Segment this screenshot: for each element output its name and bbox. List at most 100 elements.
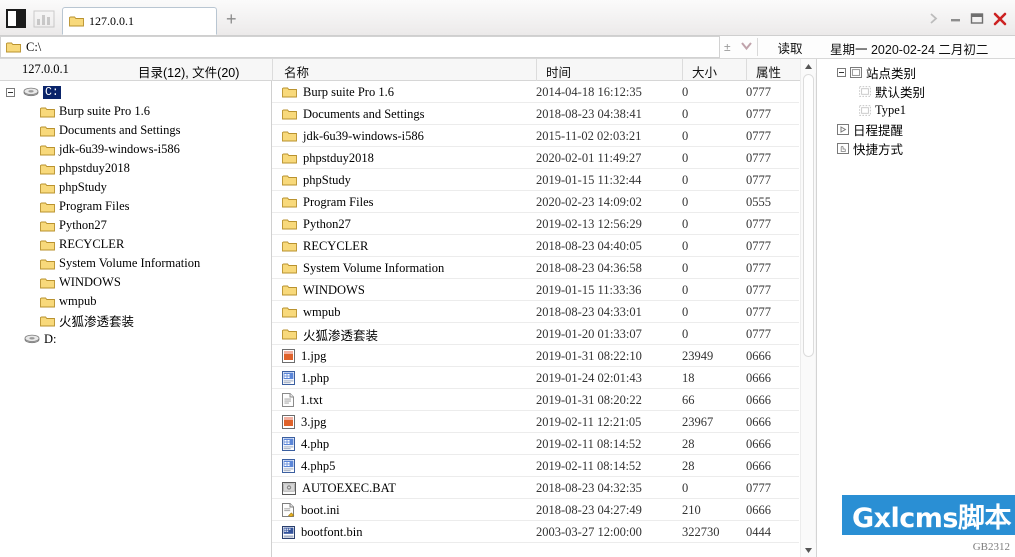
drive-icon	[23, 87, 39, 98]
directory-tree-panel[interactable]: C: Burp suite Pro 1.6 Documents and Sett…	[0, 81, 272, 557]
panel-toggle-button[interactable]	[6, 9, 26, 28]
file-name-label: 3.jpg	[301, 414, 327, 429]
file-attr-cell: 0666	[746, 436, 771, 451]
tree-folder-item[interactable]: phpStudy	[40, 178, 107, 197]
table-row[interactable]: AUTOEXEC.BAT 2018-08-23 04:32:35 0 0777	[272, 477, 799, 499]
tree-expander-icon[interactable]	[6, 88, 15, 97]
sidebar-item-0[interactable]: 站点类别	[837, 63, 916, 82]
tree-folder-item[interactable]: jdk-6u39-windows-i586	[40, 140, 180, 159]
table-row[interactable]: 1.jpg 2019-01-31 08:22:10 23949 0666	[272, 345, 799, 367]
tree-folder-item[interactable]: RECYCLER	[40, 235, 124, 254]
table-row[interactable]: 4.php5 2019-02-11 08:14:52 28 0666	[272, 455, 799, 477]
table-row[interactable]: Program Files 2020-02-23 14:09:02 0 0555	[272, 191, 799, 213]
minimize-button[interactable]	[948, 11, 963, 26]
file-name-cell[interactable]: boot.ini	[282, 499, 340, 521]
table-row[interactable]: wmpub 2018-08-23 04:33:01 0 0777	[272, 301, 799, 323]
plus-minus-icon[interactable]: ±	[724, 40, 731, 54]
table-row[interactable]: bootfont.bin 2003-03-27 12:00:00 322730 044…	[272, 521, 799, 543]
site-category-panel[interactable]: 站点类别 默认类别 Type1 日程提醒 快捷方式	[816, 59, 1015, 557]
read-button[interactable]: 读取	[766, 37, 814, 57]
folder-icon	[282, 196, 297, 208]
close-button[interactable]	[992, 11, 1007, 26]
tree-folder-item[interactable]: WINDOWS	[40, 273, 121, 292]
column-header-size[interactable]: 大小	[692, 62, 717, 81]
file-name-cell[interactable]: 1.txt	[282, 389, 323, 411]
file-name-cell[interactable]: AUTOEXEC.BAT	[282, 477, 396, 499]
file-name-cell[interactable]: Burp suite Pro 1.6	[282, 81, 394, 103]
table-row[interactable]: 火狐渗透套装 2019-01-20 01:33:07 0 0777	[272, 323, 799, 345]
file-name-cell[interactable]: bootfont.bin	[282, 521, 362, 543]
tree-folder-item[interactable]: Python27	[40, 216, 107, 235]
file-list-panel[interactable]: Burp suite Pro 1.6 2014-04-18 16:12:35 0 07…	[272, 81, 815, 557]
new-tab-button[interactable]: +	[226, 10, 237, 28]
file-size-cell: 0	[682, 238, 689, 253]
table-row[interactable]: 4.php 2019-02-11 08:14:52 28 0666	[272, 433, 799, 455]
sidebar-item-label: Type1	[875, 103, 907, 117]
table-row[interactable]: 1.txt 2019-01-31 08:20:22 66 0666	[272, 389, 799, 411]
file-name-cell[interactable]: 火狐渗透套装	[282, 323, 378, 345]
table-row[interactable]: boot.ini 2018-08-23 04:27:49 210 0666	[272, 499, 799, 521]
table-row[interactable]: Python27 2019-02-13 12:56:29 0 0777	[272, 213, 799, 235]
chevron-down-icon[interactable]	[740, 39, 753, 54]
file-name-label: RECYCLER	[303, 238, 369, 253]
scroll-down-arrow-icon[interactable]	[801, 543, 816, 557]
scroll-up-arrow-icon[interactable]	[801, 59, 816, 73]
table-row[interactable]: Documents and Settings 2018-08-23 04:38:4…	[272, 103, 799, 125]
file-name-cell[interactable]: 3.jpg	[282, 411, 326, 433]
table-row[interactable]: phpstduy2018 2020-02-01 11:49:27 0 0777	[272, 147, 799, 169]
table-row[interactable]: RECYCLER 2018-08-23 04:40:05 0 0777	[272, 235, 799, 257]
file-size-cell: 322730	[682, 524, 720, 539]
tree-folder-item[interactable]: Documents and Settings	[40, 121, 181, 140]
sidebar-item-1[interactable]: 默认类别	[859, 82, 925, 101]
tree-folder-item[interactable]: Program Files	[40, 197, 129, 216]
tree-folder-item[interactable]: Burp suite Pro 1.6	[40, 102, 150, 121]
column-header-time[interactable]: 时间	[546, 62, 571, 81]
tab-127-0-0-1[interactable]: 127.0.0.1	[62, 7, 217, 35]
table-row[interactable]: phpStudy 2019-01-15 11:32:44 0 0777	[272, 169, 799, 191]
file-name-cell[interactable]: phpStudy	[282, 169, 351, 191]
tree-folder-item[interactable]: 火狐渗透套装	[40, 311, 134, 330]
file-attr-cell: 0666	[746, 348, 771, 363]
sidebar-item-4[interactable]: 快捷方式	[837, 139, 903, 158]
file-attr-cell: 0555	[746, 194, 771, 209]
file-attr-cell: 0777	[746, 326, 771, 341]
path-input[interactable]: C:\	[0, 36, 720, 58]
table-row[interactable]: 1.php 2019-01-24 02:01:43 18 0666	[272, 367, 799, 389]
column-header-name[interactable]: 名称	[284, 62, 309, 81]
sidebar-item-3[interactable]: 日程提醒	[837, 120, 903, 139]
table-row[interactable]: 3.jpg 2019-02-11 12:21:05 23967 0666	[272, 411, 799, 433]
file-name-cell[interactable]: jdk-6u39-windows-i586	[282, 125, 424, 147]
file-size-cell: 0	[682, 216, 689, 231]
table-row[interactable]: System Volume Information 2018-08-23 04:3…	[272, 257, 799, 279]
file-name-cell[interactable]: 4.php5	[282, 455, 335, 477]
column-header-attr[interactable]: 属性	[756, 62, 781, 81]
file-name-cell[interactable]: phpstduy2018	[282, 147, 374, 169]
file-name-cell[interactable]: 1.php	[282, 367, 329, 389]
tree-folder-item[interactable]: System Volume Information	[40, 254, 200, 273]
folder-icon	[282, 130, 297, 142]
sidebar-item-2[interactable]: Type1	[859, 101, 906, 120]
table-row[interactable]: Burp suite Pro 1.6 2014-04-18 16:12:35 0 07…	[272, 81, 799, 103]
scrollbar-thumb[interactable]	[803, 74, 814, 357]
tree-drive-c[interactable]: C:	[6, 83, 61, 102]
file-name-cell[interactable]: RECYCLER	[282, 235, 368, 257]
table-row[interactable]: jdk-6u39-windows-i586 2015-11-02 02:03:21…	[272, 125, 799, 147]
file-name-cell[interactable]: Python27	[282, 213, 351, 235]
maximize-button[interactable]	[969, 11, 984, 26]
tree-drive-d[interactable]: D:	[24, 330, 57, 349]
file-name-cell[interactable]: System Volume Information	[282, 257, 444, 279]
file-name-cell[interactable]: Program Files	[282, 191, 373, 213]
folder-icon	[282, 174, 297, 186]
file-name-cell[interactable]: 4.php	[282, 433, 329, 455]
file-name-cell[interactable]: 1.jpg	[282, 345, 326, 367]
file-name-cell[interactable]: WINDOWS	[282, 279, 365, 301]
tree-folder-item[interactable]: phpstduy2018	[40, 159, 130, 178]
file-name-cell[interactable]: wmpub	[282, 301, 341, 323]
sidebar-expander-icon[interactable]	[837, 68, 846, 77]
file-time-cell: 2018-08-23 04:36:58	[536, 260, 642, 275]
expand-chevron-icon[interactable]	[927, 11, 942, 26]
file-name-cell[interactable]: Documents and Settings	[282, 103, 425, 125]
vertical-scrollbar[interactable]	[800, 59, 816, 557]
tree-folder-item[interactable]: wmpub	[40, 292, 97, 311]
table-row[interactable]: WINDOWS 2019-01-15 11:33:36 0 0777	[272, 279, 799, 301]
